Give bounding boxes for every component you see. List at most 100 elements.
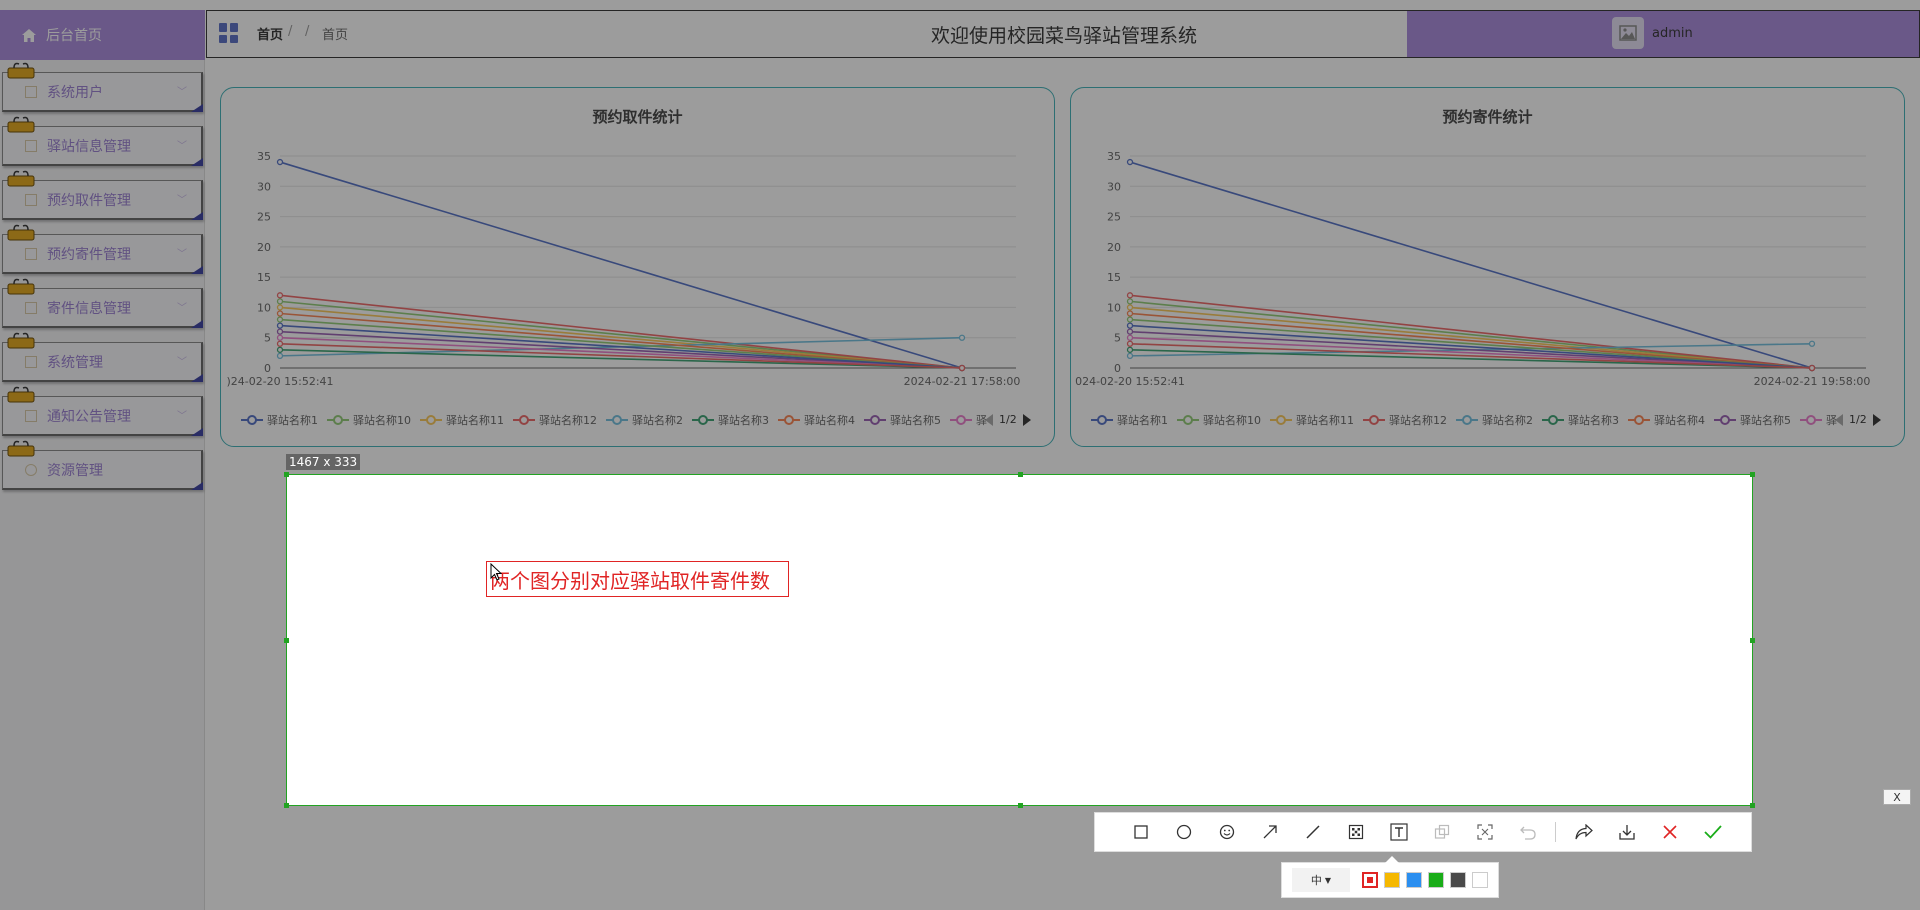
resize-handle[interactable] xyxy=(284,638,289,643)
color-swatch-red[interactable] xyxy=(1362,872,1378,888)
close-button[interactable]: X xyxy=(1883,789,1911,805)
legend-symbol xyxy=(1800,415,1822,425)
data-point[interactable] xyxy=(1126,334,1134,341)
text-icon[interactable] xyxy=(1377,817,1420,847)
series-line[interactable] xyxy=(279,318,963,369)
data-point[interactable] xyxy=(1126,304,1134,311)
legend-item[interactable]: 驿站名称10 xyxy=(1177,412,1261,428)
data-point[interactable] xyxy=(276,328,284,335)
line-icon[interactable] xyxy=(1291,817,1334,847)
legend-item[interactable]: 驿站名称4 xyxy=(778,412,855,428)
legend-label: 驿站名称12 xyxy=(539,414,597,427)
color-swatch-gray[interactable] xyxy=(1450,872,1466,888)
legend-label: 驿站名称5 xyxy=(890,414,941,427)
resize-handle[interactable] xyxy=(1750,803,1755,808)
menu-grid-icon[interactable] xyxy=(219,23,239,43)
undo-icon[interactable] xyxy=(1506,817,1549,847)
cancel-icon[interactable] xyxy=(1648,817,1691,847)
resize-handle[interactable] xyxy=(1018,472,1023,477)
data-point[interactable] xyxy=(276,340,284,347)
data-point[interactable] xyxy=(1808,364,1816,372)
emoji-icon[interactable] xyxy=(1205,817,1248,847)
bulb-icon xyxy=(25,463,37,476)
resize-handle[interactable] xyxy=(1750,638,1755,643)
legend-item[interactable]: 驿站名称5 xyxy=(1714,412,1791,428)
color-swatch-white[interactable] xyxy=(1472,872,1488,888)
data-point[interactable] xyxy=(1126,310,1134,317)
data-point[interactable] xyxy=(276,322,284,329)
data-point[interactable] xyxy=(276,292,284,299)
series-line[interactable] xyxy=(1129,300,1813,369)
data-point[interactable] xyxy=(1126,158,1134,166)
color-swatch-yellow[interactable] xyxy=(1384,872,1400,888)
share-icon[interactable] xyxy=(1562,817,1605,847)
color-swatch-green[interactable] xyxy=(1428,872,1444,888)
data-point[interactable] xyxy=(1126,352,1134,360)
data-point[interactable] xyxy=(1126,328,1134,335)
legend-item[interactable]: 驿站名称3 xyxy=(692,412,769,428)
mosaic-icon[interactable] xyxy=(1334,817,1377,847)
data-point[interactable] xyxy=(276,316,284,323)
data-point[interactable] xyxy=(276,298,284,305)
legend-item[interactable]: 驿站名称2 xyxy=(606,412,683,428)
legend-item[interactable]: 驿站名称5 xyxy=(864,412,941,428)
series-line[interactable] xyxy=(279,300,963,369)
color-swatch-blue[interactable] xyxy=(1406,872,1422,888)
legend-item[interactable]: 驿 xyxy=(950,412,987,428)
data-point[interactable] xyxy=(1126,316,1134,323)
binder-clip-icon xyxy=(7,62,35,79)
y-tick-label: 20 xyxy=(257,241,271,254)
legend-item[interactable]: 驿站名称12 xyxy=(1363,412,1447,428)
legend-item[interactable]: 驿站名称11 xyxy=(420,412,504,428)
data-point[interactable] xyxy=(276,158,284,166)
data-point[interactable] xyxy=(1808,340,1816,347)
series-line[interactable] xyxy=(1129,318,1813,369)
ocr-icon[interactable] xyxy=(1463,817,1506,847)
save-icon[interactable] xyxy=(1605,817,1648,847)
copy-icon[interactable] xyxy=(1420,817,1463,847)
font-size-select[interactable]: 中 ▼ xyxy=(1292,868,1350,892)
resize-handle[interactable] xyxy=(1018,803,1023,808)
username[interactable]: admin xyxy=(1652,26,1693,41)
confirm-icon[interactable] xyxy=(1691,817,1734,847)
legend-item[interactable]: 驿站名称1 xyxy=(1091,412,1168,428)
data-point[interactable] xyxy=(276,352,284,360)
arrow-icon[interactable] xyxy=(1248,817,1291,847)
data-point[interactable] xyxy=(1126,292,1134,299)
legend-prev-icon[interactable] xyxy=(985,413,993,426)
breadcrumb-home[interactable]: 首页 xyxy=(257,24,283,43)
legend-item[interactable]: 驿站名称2 xyxy=(1456,412,1533,428)
legend-item[interactable]: 驿站名称4 xyxy=(1628,412,1705,428)
rectangle-icon[interactable] xyxy=(1119,817,1162,847)
series-line[interactable] xyxy=(1129,312,1813,369)
legend-item[interactable]: 驿 xyxy=(1800,412,1837,428)
ellipse-icon[interactable] xyxy=(1162,817,1205,847)
data-point[interactable] xyxy=(958,334,966,341)
legend-item[interactable]: 驿站名称1 xyxy=(241,412,318,428)
resize-handle[interactable] xyxy=(1750,472,1755,477)
legend-item[interactable]: 驿站名称12 xyxy=(513,412,597,428)
sidebar-home-item[interactable]: 后台首页 xyxy=(0,10,205,60)
resize-handle[interactable] xyxy=(284,803,289,808)
data-point[interactable] xyxy=(276,304,284,311)
data-point[interactable] xyxy=(276,334,284,341)
user-area[interactable]: admin xyxy=(1407,11,1919,57)
data-point[interactable] xyxy=(1126,346,1134,353)
screenshot-selection[interactable]: 两个图分别对应驿站取件寄件数 xyxy=(284,472,1755,808)
page-title: 欢迎使用校园菜鸟驿站管理系统 xyxy=(721,11,1407,57)
data-point[interactable] xyxy=(276,310,284,317)
legend-item[interactable]: 驿站名称11 xyxy=(1270,412,1354,428)
annotation-text-box[interactable]: 两个图分别对应驿站取件寄件数 xyxy=(486,561,789,597)
data-point[interactable] xyxy=(1126,298,1134,305)
legend-next-icon[interactable] xyxy=(1022,413,1031,426)
legend-prev-icon[interactable] xyxy=(1835,413,1843,426)
data-point[interactable] xyxy=(958,364,966,372)
data-point[interactable] xyxy=(276,346,284,353)
avatar[interactable] xyxy=(1612,17,1644,49)
data-point[interactable] xyxy=(1126,322,1134,329)
resize-handle[interactable] xyxy=(284,472,289,477)
legend-next-icon[interactable] xyxy=(1872,413,1881,426)
legend-item[interactable]: 驿站名称3 xyxy=(1542,412,1619,428)
legend-item[interactable]: 驿站名称10 xyxy=(327,412,411,428)
data-point[interactable] xyxy=(1126,340,1134,347)
